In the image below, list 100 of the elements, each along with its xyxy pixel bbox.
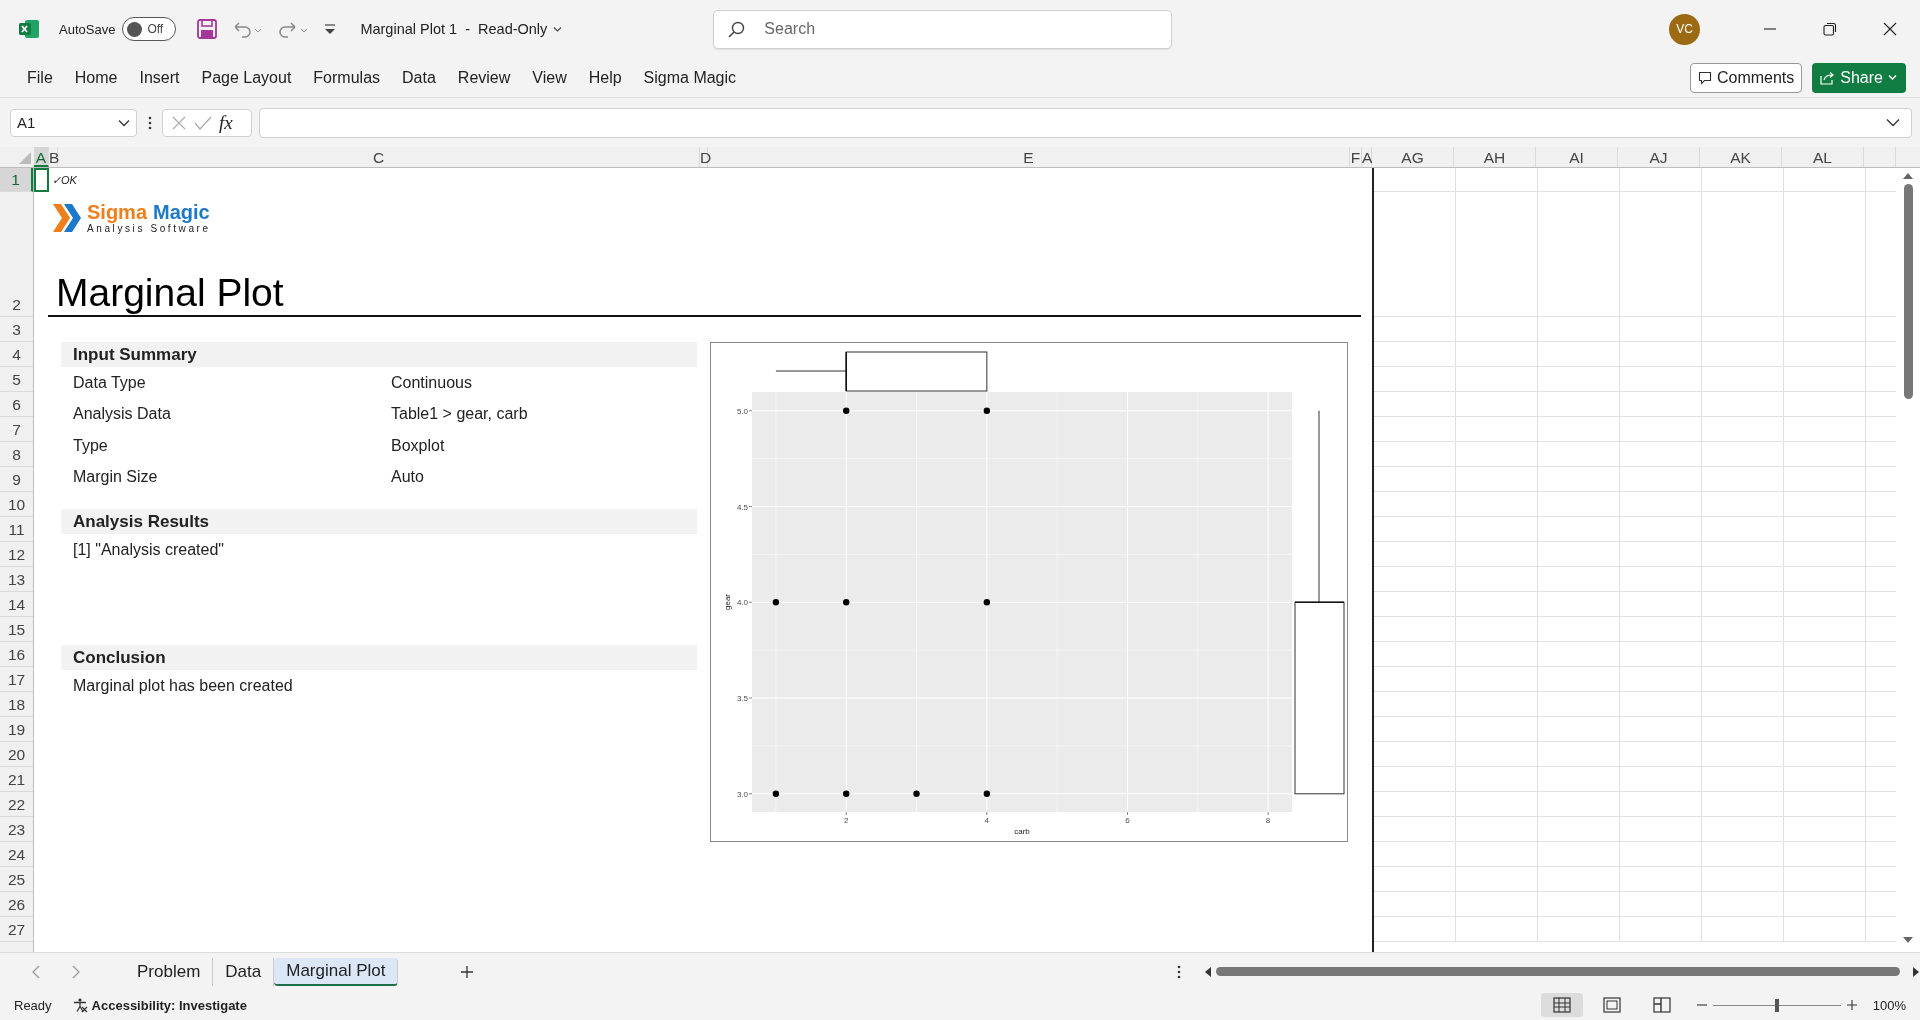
formula-field[interactable] xyxy=(259,107,1912,138)
column-header[interactable]: C xyxy=(58,147,700,167)
row-header[interactable]: 26 xyxy=(0,892,33,917)
scroll-left-icon[interactable] xyxy=(1204,966,1212,977)
ribbon-tab[interactable]: Home xyxy=(63,62,129,93)
document-title[interactable]: Marginal Plot 1 - Read-Only xyxy=(360,21,564,37)
restore-icon[interactable] xyxy=(1823,22,1837,36)
row-header[interactable]: 25 xyxy=(0,867,33,892)
row-header[interactable]: 4 xyxy=(0,342,33,367)
name-box[interactable]: A1 xyxy=(10,108,137,137)
caret-icon xyxy=(553,25,564,33)
row-header[interactable]: 5 xyxy=(0,367,33,392)
scroll-down-icon[interactable] xyxy=(1903,936,1913,944)
row-header[interactable]: 14 xyxy=(0,592,33,617)
row-header[interactable]: 18 xyxy=(0,692,33,717)
row-header[interactable]: 17 xyxy=(0,667,33,692)
field-value: Table1 > gear, carb xyxy=(391,405,528,424)
more-icon[interactable] xyxy=(1176,963,1182,980)
accessibility-status[interactable]: Accessibility: Investigate xyxy=(91,997,247,1013)
column-header[interactable]: F xyxy=(1350,147,1362,167)
axis-tick-label: 4.5 xyxy=(736,502,748,512)
page-break-icon xyxy=(1652,996,1671,1014)
column-header[interactable]: AK xyxy=(1700,147,1782,167)
add-sheet-icon[interactable] xyxy=(460,964,475,979)
row-header[interactable]: 23 xyxy=(0,817,33,842)
ribbon-tab[interactable]: Formulas xyxy=(302,62,392,93)
row-header[interactable]: 10 xyxy=(0,492,33,517)
ribbon-tab[interactable]: Data xyxy=(391,62,447,93)
section-heading: Analysis Results xyxy=(61,509,697,534)
axis-tick-label: 3.0 xyxy=(736,789,748,799)
column-header[interactable]: AG xyxy=(1372,147,1454,167)
view-button[interactable] xyxy=(1540,993,1583,1017)
next-sheet-icon[interactable] xyxy=(71,964,81,979)
axis-tick-label: 4.0 xyxy=(736,598,748,608)
save-icon[interactable] xyxy=(196,18,219,40)
column-header[interactable]: AH xyxy=(1454,147,1536,167)
share-button[interactable]: Share xyxy=(1812,62,1906,93)
scrollbar-thumb[interactable] xyxy=(1216,967,1900,976)
ribbon-tab[interactable]: View xyxy=(521,62,578,93)
autosave-toggle[interactable]: Off xyxy=(122,17,177,41)
column-header[interactable]: A xyxy=(34,147,49,167)
report-title: Marginal Plot xyxy=(56,271,284,314)
row-header[interactable]: 19 xyxy=(0,717,33,742)
zoom-in-icon[interactable] xyxy=(1846,1000,1857,1010)
check-icon[interactable] xyxy=(194,114,212,131)
row-header[interactable]: 20 xyxy=(0,742,33,767)
expand-icon[interactable] xyxy=(1886,118,1900,127)
row-header[interactable]: 1 xyxy=(0,168,33,192)
row-header[interactable]: 13 xyxy=(0,567,33,592)
row-header[interactable]: 11 xyxy=(0,517,33,542)
row-header[interactable]: 15 xyxy=(0,617,33,642)
status-text: Ready xyxy=(14,997,52,1013)
close-icon[interactable] xyxy=(1883,22,1897,36)
row-header[interactable]: 16 xyxy=(0,642,33,667)
axis-tick-label: 3.5 xyxy=(736,694,748,704)
row-header[interactable]: 22 xyxy=(0,792,33,817)
ribbon-tab[interactable]: Help xyxy=(577,62,633,93)
column-header[interactable]: AJ xyxy=(1618,147,1700,167)
search-field[interactable]: Search xyxy=(713,9,1173,49)
row-header[interactable]: 24 xyxy=(0,842,33,867)
insert-function-button[interactable]: fx xyxy=(219,111,233,134)
sheet-tab[interactable]: Problem xyxy=(125,957,214,986)
ribbon-tab[interactable]: File xyxy=(16,62,64,93)
zoom-level[interactable]: 100% xyxy=(1872,997,1906,1013)
row-header[interactable]: 7 xyxy=(0,417,33,442)
field-label: Data Type xyxy=(73,373,147,392)
row-header[interactable]: 6 xyxy=(0,392,33,417)
column-header[interactable]: A xyxy=(1362,147,1372,167)
logo-tagline: Analysis Software xyxy=(87,223,211,234)
axis-title: gear xyxy=(723,594,732,610)
row-header[interactable]: 9 xyxy=(0,467,33,492)
scroll-up-icon[interactable] xyxy=(1903,172,1913,180)
result-text: [1] "Analysis created" xyxy=(73,540,224,559)
ribbon-tab[interactable]: Sigma Magic xyxy=(632,62,748,93)
ribbon-tab[interactable]: Insert xyxy=(128,62,191,93)
row-header[interactable]: 27 xyxy=(0,917,33,942)
ribbon-tab[interactable]: Review xyxy=(446,62,522,93)
row-header[interactable]: 12 xyxy=(0,542,33,567)
more-icon[interactable] xyxy=(147,114,153,131)
comments-button[interactable]: Comments xyxy=(1689,62,1803,93)
column-header[interactable]: B xyxy=(49,147,58,167)
previous-sheet-icon[interactable] xyxy=(31,964,41,979)
field-value: Boxplot xyxy=(391,436,445,455)
ribbon-tab[interactable]: Page Layout xyxy=(190,62,303,93)
row-header[interactable]: 2 xyxy=(0,192,33,317)
row-header[interactable]: 3 xyxy=(0,317,33,342)
sheet-tab[interactable]: Marginal Plot xyxy=(274,957,399,986)
column-header[interactable]: AI xyxy=(1536,147,1618,167)
scrollbar-thumb[interactable] xyxy=(1903,184,1913,399)
active-cell[interactable] xyxy=(34,168,49,192)
accessibility-icon[interactable] xyxy=(71,997,88,1013)
row-header[interactable]: 21 xyxy=(0,767,33,792)
field-label: Type xyxy=(73,436,109,455)
page-layout-icon xyxy=(1602,996,1621,1014)
zoom-slider-thumb[interactable] xyxy=(1774,998,1779,1012)
column-header[interactable]: AL xyxy=(1782,147,1864,167)
row-header[interactable]: 8 xyxy=(0,442,33,467)
scroll-right-icon[interactable] xyxy=(1912,966,1920,977)
avatar[interactable]: VC xyxy=(1669,13,1700,45)
field-label: Margin Size xyxy=(73,468,159,487)
